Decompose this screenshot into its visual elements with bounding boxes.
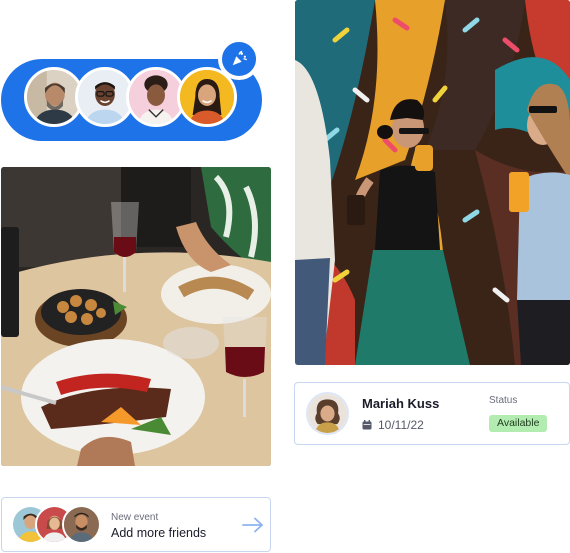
arrow-right-button[interactable] <box>242 517 264 533</box>
event-kicker: New event <box>111 512 159 523</box>
friends-drinks-mural-photo <box>295 0 570 365</box>
status-badge: Available <box>489 415 548 432</box>
profile-date: 10/11/22 <box>378 418 424 432</box>
profile-name: Mariah Kuss <box>362 396 440 411</box>
status-label: Status <box>489 395 518 406</box>
party-popper-button[interactable] <box>218 38 260 80</box>
restaurant-dinner-photo <box>1 167 271 466</box>
event-title: Add more friends <box>111 526 207 540</box>
profile-avatar <box>306 392 349 435</box>
profile-date-row: 10/11/22 <box>362 418 424 432</box>
new-event-card[interactable]: New event Add more friends <box>1 497 271 552</box>
calendar-icon <box>362 420 372 430</box>
arrow-right-icon <box>242 517 263 533</box>
event-avatar-3 <box>62 505 101 544</box>
party-popper-icon <box>232 50 248 66</box>
profile-card[interactable]: Mariah Kuss 10/11/22 Status Available <box>294 382 570 445</box>
